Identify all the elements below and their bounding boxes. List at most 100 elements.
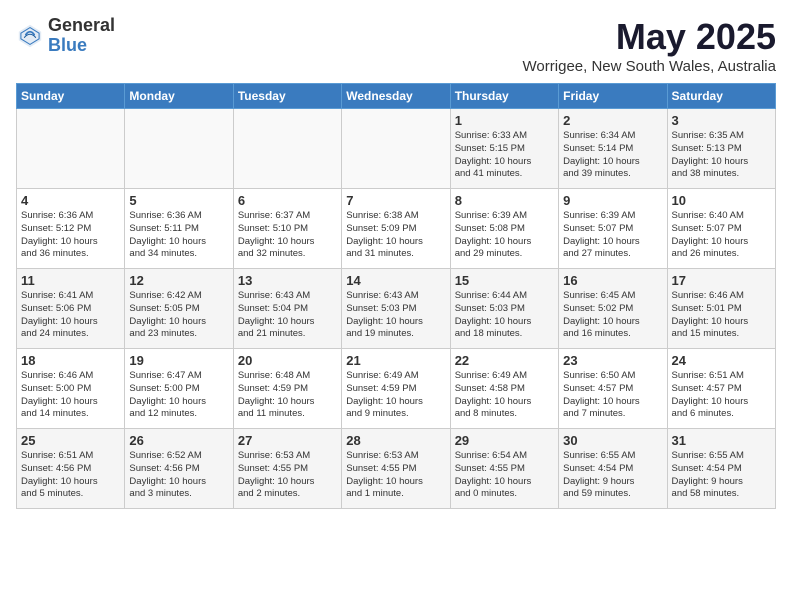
calendar-cell: 24 Sunrise: 6:51 AM Sunset: 4:57 PM Dayli… xyxy=(667,349,775,429)
calendar-cell: 22Sunrise: 6:49 AM Sunset: 4:58 PM Dayli… xyxy=(450,349,558,429)
day-number: 28 xyxy=(346,433,445,448)
cell-info: Sunrise: 6:38 AM Sunset: 5:09 PM Dayligh… xyxy=(346,210,445,261)
day-number: 7 xyxy=(346,193,445,208)
calendar-cell: 25 Sunrise: 6:51 AM Sunset: 4:56 PM Dayli… xyxy=(17,429,125,509)
week-row-3: 11 Sunrise: 6:41 AM Sunset: 5:06 PM Dayli… xyxy=(17,269,776,349)
logo-general-text: General xyxy=(48,16,115,36)
calendar-cell: 6 Sunrise: 6:37 AM Sunset: 5:10 PM Daylig… xyxy=(233,189,341,269)
calendar-cell: 13 Sunrise: 6:43 AM Sunset: 5:04 PM Dayli… xyxy=(233,269,341,349)
weekday-header-thursday: Thursday xyxy=(450,84,558,109)
calendar-cell: 3 Sunrise: 6:35 AM Sunset: 5:13 PM Daylig… xyxy=(667,109,775,189)
day-number: 13 xyxy=(238,273,337,288)
calendar-cell: 20Sunrise: 6:48 AM Sunset: 4:59 PM Dayli… xyxy=(233,349,341,429)
day-number: 1 xyxy=(455,113,554,128)
calendar-cell xyxy=(233,109,341,189)
day-number: 3 xyxy=(672,113,771,128)
week-row-4: 18 Sunrise: 6:46 AM Sunset: 5:00 PM Dayli… xyxy=(17,349,776,429)
calendar-cell: 1Sunrise: 6:33 AM Sunset: 5:15 PM Daylig… xyxy=(450,109,558,189)
day-number: 21 xyxy=(346,353,445,368)
month-title: May 2025 xyxy=(523,16,776,58)
cell-info: Sunrise: 6:37 AM Sunset: 5:10 PM Dayligh… xyxy=(238,210,337,261)
weekday-header-tuesday: Tuesday xyxy=(233,84,341,109)
cell-info: Sunrise: 6:35 AM Sunset: 5:13 PM Dayligh… xyxy=(672,130,771,181)
cell-info: Sunrise: 6:53 AM Sunset: 4:55 PM Dayligh… xyxy=(346,450,445,501)
calendar-cell: 16 Sunrise: 6:45 AM Sunset: 5:02 PM Dayli… xyxy=(559,269,667,349)
cell-info: Sunrise: 6:36 AM Sunset: 5:11 PM Dayligh… xyxy=(129,210,228,261)
day-number: 10 xyxy=(672,193,771,208)
weekday-header-wednesday: Wednesday xyxy=(342,84,450,109)
cell-info: Sunrise: 6:42 AM Sunset: 5:05 PM Dayligh… xyxy=(129,290,228,341)
day-number: 16 xyxy=(563,273,662,288)
calendar-cell: 21 Sunrise: 6:49 AM Sunset: 4:59 PM Dayli… xyxy=(342,349,450,429)
calendar-cell: 15 Sunrise: 6:44 AM Sunset: 5:03 PM Dayli… xyxy=(450,269,558,349)
logo-text: General Blue xyxy=(48,16,115,56)
week-row-2: 4Sunrise: 6:36 AM Sunset: 5:12 PM Daylig… xyxy=(17,189,776,269)
day-number: 6 xyxy=(238,193,337,208)
day-number: 15 xyxy=(455,273,554,288)
logo-blue-text: Blue xyxy=(48,36,115,56)
cell-info: Sunrise: 6:46 AM Sunset: 5:00 PM Dayligh… xyxy=(21,370,120,421)
cell-info: Sunrise: 6:50 AM Sunset: 4:57 PM Dayligh… xyxy=(563,370,662,421)
calendar-cell: 26Sunrise: 6:52 AM Sunset: 4:56 PM Dayli… xyxy=(125,429,233,509)
calendar-cell: 10 Sunrise: 6:40 AM Sunset: 5:07 PM Dayli… xyxy=(667,189,775,269)
cell-info: Sunrise: 6:39 AM Sunset: 5:08 PM Dayligh… xyxy=(455,210,554,261)
cell-info: Sunrise: 6:47 AM Sunset: 5:00 PM Dayligh… xyxy=(129,370,228,421)
cell-info: Sunrise: 6:53 AM Sunset: 4:55 PM Dayligh… xyxy=(238,450,337,501)
day-number: 30 xyxy=(563,433,662,448)
cell-info: Sunrise: 6:55 AM Sunset: 4:54 PM Dayligh… xyxy=(563,450,662,501)
location-text: Worrigee, New South Wales, Australia xyxy=(523,58,776,75)
day-number: 23 xyxy=(563,353,662,368)
week-row-1: 1Sunrise: 6:33 AM Sunset: 5:15 PM Daylig… xyxy=(17,109,776,189)
day-number: 11 xyxy=(21,273,120,288)
calendar-cell: 7 Sunrise: 6:38 AM Sunset: 5:09 PM Daylig… xyxy=(342,189,450,269)
calendar-cell: 12Sunrise: 6:42 AM Sunset: 5:05 PM Dayli… xyxy=(125,269,233,349)
cell-info: Sunrise: 6:46 AM Sunset: 5:01 PM Dayligh… xyxy=(672,290,771,341)
cell-info: Sunrise: 6:54 AM Sunset: 4:55 PM Dayligh… xyxy=(455,450,554,501)
calendar-cell xyxy=(342,109,450,189)
cell-info: Sunrise: 6:51 AM Sunset: 4:56 PM Dayligh… xyxy=(21,450,120,501)
calendar-cell: 31Sunrise: 6:55 AM Sunset: 4:54 PM Dayli… xyxy=(667,429,775,509)
cell-info: Sunrise: 6:41 AM Sunset: 5:06 PM Dayligh… xyxy=(21,290,120,341)
cell-info: Sunrise: 6:45 AM Sunset: 5:02 PM Dayligh… xyxy=(563,290,662,341)
cell-info: Sunrise: 6:40 AM Sunset: 5:07 PM Dayligh… xyxy=(672,210,771,261)
day-number: 25 xyxy=(21,433,120,448)
calendar-cell: 28 Sunrise: 6:53 AM Sunset: 4:55 PM Dayli… xyxy=(342,429,450,509)
day-number: 22 xyxy=(455,353,554,368)
day-number: 27 xyxy=(238,433,337,448)
calendar-cell: 2Sunrise: 6:34 AM Sunset: 5:14 PM Daylig… xyxy=(559,109,667,189)
day-number: 4 xyxy=(21,193,120,208)
cell-info: Sunrise: 6:49 AM Sunset: 4:59 PM Dayligh… xyxy=(346,370,445,421)
week-row-5: 25 Sunrise: 6:51 AM Sunset: 4:56 PM Dayli… xyxy=(17,429,776,509)
cell-info: Sunrise: 6:52 AM Sunset: 4:56 PM Dayligh… xyxy=(129,450,228,501)
weekday-header-row: SundayMondayTuesdayWednesdayThursdayFrid… xyxy=(17,84,776,109)
logo: General Blue xyxy=(16,16,115,56)
cell-info: Sunrise: 6:51 AM Sunset: 4:57 PM Dayligh… xyxy=(672,370,771,421)
page-header: General Blue May 2025 Worrigee, New Sout… xyxy=(16,16,776,75)
cell-info: Sunrise: 6:48 AM Sunset: 4:59 PM Dayligh… xyxy=(238,370,337,421)
day-number: 31 xyxy=(672,433,771,448)
weekday-header-monday: Monday xyxy=(125,84,233,109)
calendar-cell: 9Sunrise: 6:39 AM Sunset: 5:07 PM Daylig… xyxy=(559,189,667,269)
calendar-cell: 23 Sunrise: 6:50 AM Sunset: 4:57 PM Dayli… xyxy=(559,349,667,429)
weekday-header-saturday: Saturday xyxy=(667,84,775,109)
calendar-cell: 29Sunrise: 6:54 AM Sunset: 4:55 PM Dayli… xyxy=(450,429,558,509)
day-number: 24 xyxy=(672,353,771,368)
calendar-cell: 11 Sunrise: 6:41 AM Sunset: 5:06 PM Dayli… xyxy=(17,269,125,349)
calendar-cell: 30 Sunrise: 6:55 AM Sunset: 4:54 PM Dayli… xyxy=(559,429,667,509)
logo-icon xyxy=(16,22,44,50)
weekday-header-friday: Friday xyxy=(559,84,667,109)
cell-info: Sunrise: 6:44 AM Sunset: 5:03 PM Dayligh… xyxy=(455,290,554,341)
day-number: 18 xyxy=(21,353,120,368)
calendar-table: SundayMondayTuesdayWednesdayThursdayFrid… xyxy=(16,83,776,509)
day-number: 2 xyxy=(563,113,662,128)
calendar-cell: 19 Sunrise: 6:47 AM Sunset: 5:00 PM Dayli… xyxy=(125,349,233,429)
day-number: 5 xyxy=(129,193,228,208)
calendar-cell: 17Sunrise: 6:46 AM Sunset: 5:01 PM Dayli… xyxy=(667,269,775,349)
day-number: 14 xyxy=(346,273,445,288)
day-number: 19 xyxy=(129,353,228,368)
cell-info: Sunrise: 6:43 AM Sunset: 5:04 PM Dayligh… xyxy=(238,290,337,341)
cell-info: Sunrise: 6:39 AM Sunset: 5:07 PM Dayligh… xyxy=(563,210,662,261)
calendar-cell: 18 Sunrise: 6:46 AM Sunset: 5:00 PM Dayli… xyxy=(17,349,125,429)
calendar-cell xyxy=(17,109,125,189)
calendar-cell: 27 Sunrise: 6:53 AM Sunset: 4:55 PM Dayli… xyxy=(233,429,341,509)
